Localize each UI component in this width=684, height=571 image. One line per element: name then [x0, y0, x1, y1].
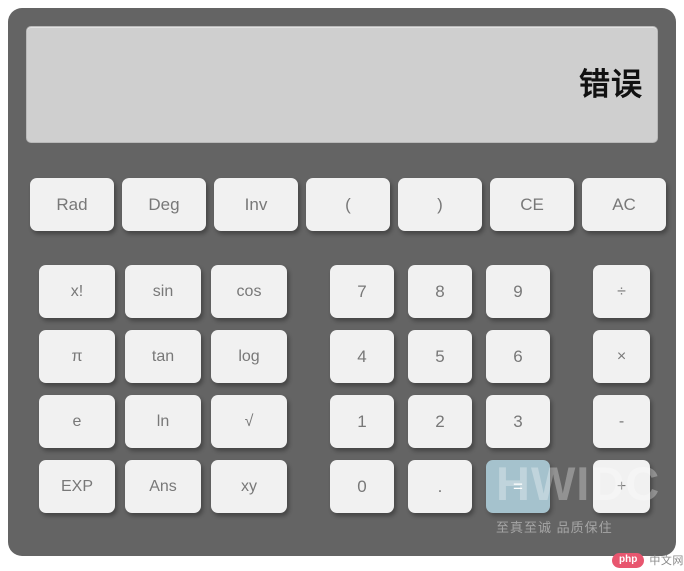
button-ans[interactable]: Ans — [125, 460, 201, 513]
button-exp[interactable]: EXP — [39, 460, 115, 513]
button-tan[interactable]: tan — [125, 330, 201, 383]
button-1[interactable]: 1 — [330, 395, 394, 448]
button-open-paren[interactable]: ( — [306, 178, 390, 231]
calculator-display[interactable]: 错误 — [26, 26, 658, 143]
button-sqrt[interactable]: √ — [211, 395, 287, 448]
button-ln[interactable]: ln — [125, 395, 201, 448]
button-rad[interactable]: Rad — [30, 178, 114, 231]
button-ce[interactable]: CE — [490, 178, 574, 231]
display-value: 错误 — [579, 67, 643, 102]
button-add[interactable]: + — [593, 460, 650, 513]
button-ac[interactable]: AC — [582, 178, 666, 231]
button-log[interactable]: log — [211, 330, 287, 383]
button-cos[interactable]: cos — [211, 265, 287, 318]
calculator-body: 错误 Rad Deg Inv ( ) CE AC x! sin cos π ta… — [8, 8, 676, 556]
button-7[interactable]: 7 — [330, 265, 394, 318]
button-subtract[interactable]: - — [593, 395, 650, 448]
button-5[interactable]: 5 — [408, 330, 472, 383]
php-badge-label: 中文网 — [649, 555, 684, 567]
button-inv[interactable]: Inv — [214, 178, 298, 231]
php-badge: php 中文网 — [612, 552, 684, 568]
button-divide[interactable]: ÷ — [593, 265, 650, 318]
button-multiply[interactable]: × — [593, 330, 650, 383]
button-factorial[interactable]: x! — [39, 265, 115, 318]
button-6[interactable]: 6 — [486, 330, 550, 383]
button-equals[interactable]: = — [486, 460, 550, 513]
button-0[interactable]: 0 — [330, 460, 394, 513]
button-deg[interactable]: Deg — [122, 178, 206, 231]
button-close-paren[interactable]: ) — [398, 178, 482, 231]
php-pill-logo: php — [612, 552, 645, 568]
button-3[interactable]: 3 — [486, 395, 550, 448]
button-2[interactable]: 2 — [408, 395, 472, 448]
button-4[interactable]: 4 — [330, 330, 394, 383]
button-8[interactable]: 8 — [408, 265, 472, 318]
button-sin[interactable]: sin — [125, 265, 201, 318]
button-pi[interactable]: π — [39, 330, 115, 383]
button-9[interactable]: 9 — [486, 265, 550, 318]
button-e[interactable]: e — [39, 395, 115, 448]
watermark-slogan: 至真至诚 品质保住 — [496, 520, 613, 535]
button-power[interactable]: xy — [211, 460, 287, 513]
button-decimal[interactable]: . — [408, 460, 472, 513]
